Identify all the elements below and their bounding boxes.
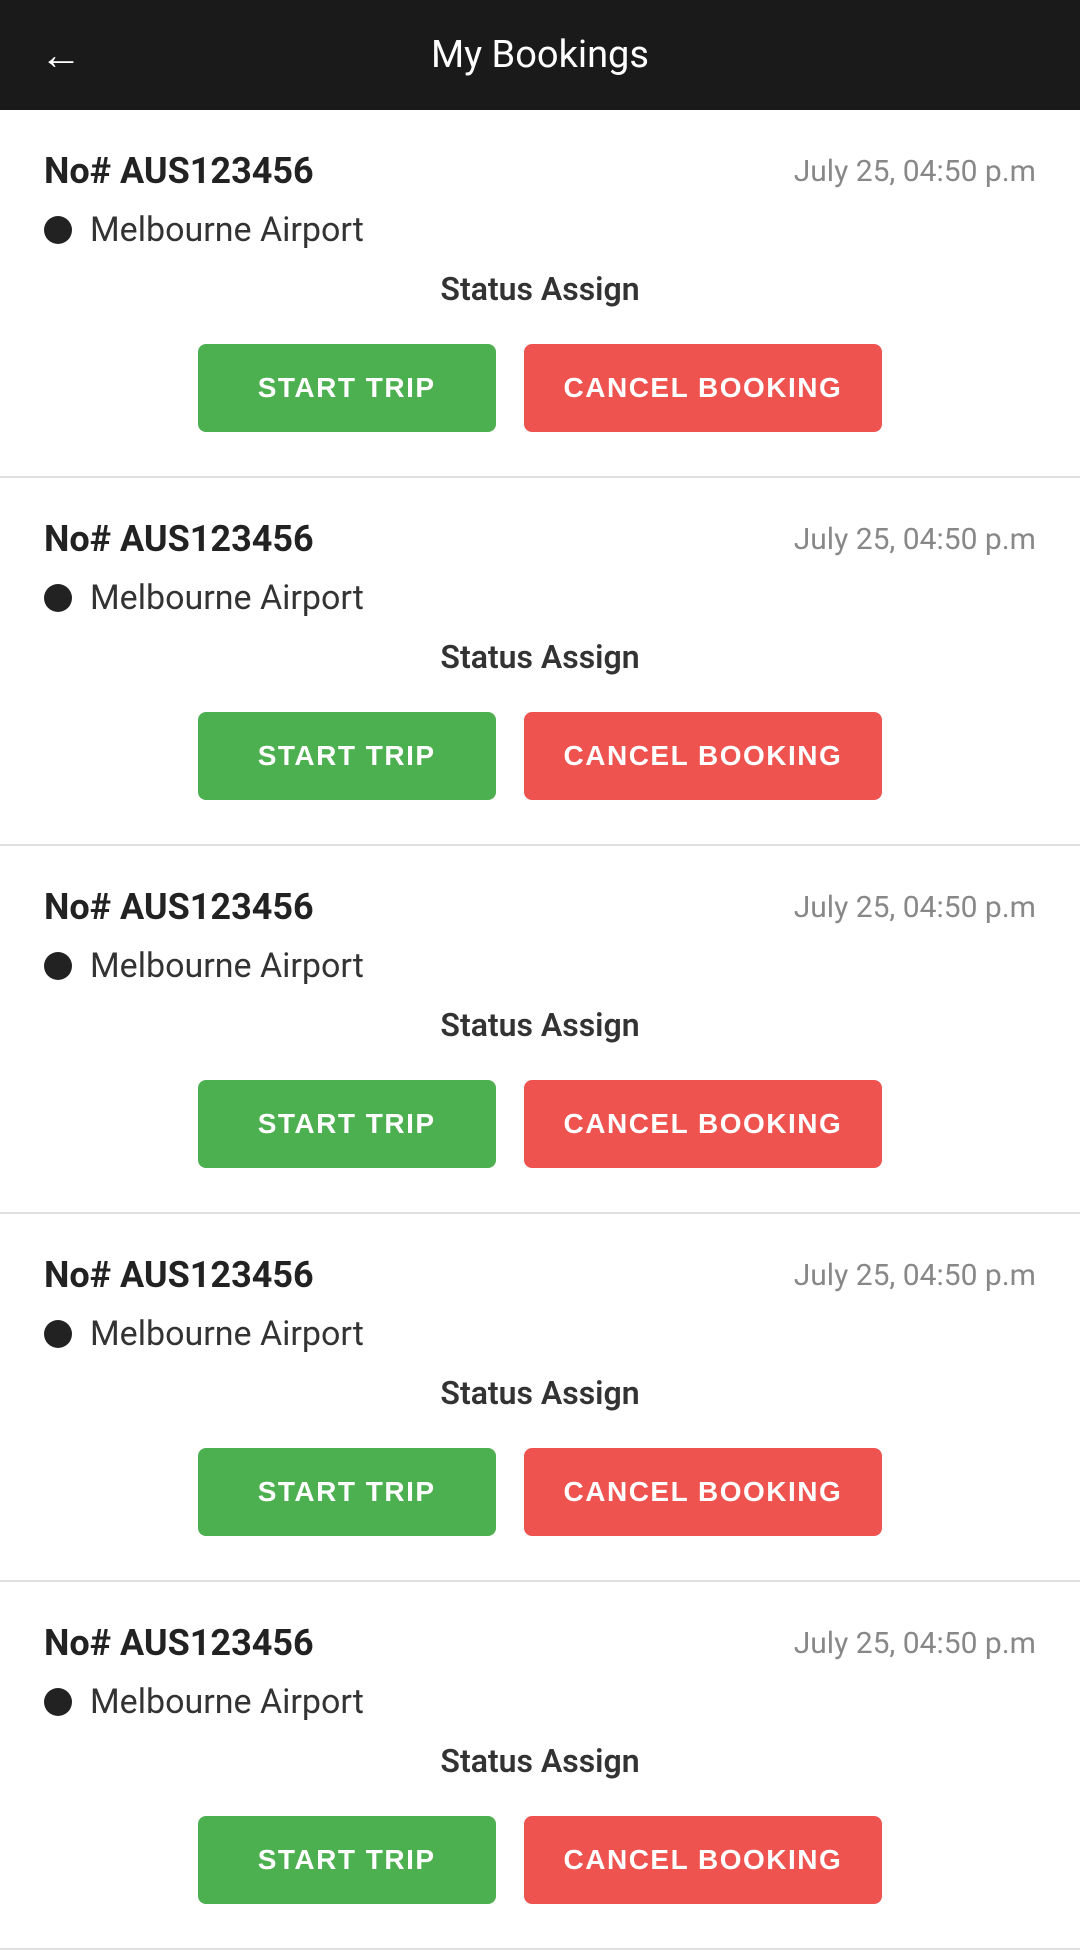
status-label-1: Status Assign	[44, 270, 1036, 308]
booking-actions-3: START TRIP CANCEL BOOKING	[44, 1080, 1036, 1168]
start-trip-button-3[interactable]: START TRIP	[198, 1080, 496, 1168]
cancel-booking-button-2[interactable]: CANCEL BOOKING	[524, 712, 883, 800]
bookings-list: No# AUS123456 July 25, 04:50 p.m Melbour…	[0, 110, 1080, 1950]
booking-location-2: Melbourne Airport	[44, 578, 1036, 618]
location-dot-icon-3	[44, 952, 72, 980]
status-label-5: Status Assign	[44, 1742, 1036, 1780]
booking-card-5: No# AUS123456 July 25, 04:50 p.m Melbour…	[0, 1582, 1080, 1950]
booking-card-1: No# AUS123456 July 25, 04:50 p.m Melbour…	[0, 110, 1080, 478]
location-dot-icon-1	[44, 216, 72, 244]
booking-actions-4: START TRIP CANCEL BOOKING	[44, 1448, 1036, 1536]
booking-card-2: No# AUS123456 July 25, 04:50 p.m Melbour…	[0, 478, 1080, 846]
booking-number-5: No# AUS123456	[44, 1622, 314, 1664]
cancel-booking-button-5[interactable]: CANCEL BOOKING	[524, 1816, 883, 1904]
cancel-booking-button-3[interactable]: CANCEL BOOKING	[524, 1080, 883, 1168]
booking-location-1: Melbourne Airport	[44, 210, 1036, 250]
back-button[interactable]: ←	[40, 31, 82, 80]
booking-actions-1: START TRIP CANCEL BOOKING	[44, 344, 1036, 432]
booking-date-1: July 25, 04:50 p.m	[794, 154, 1036, 189]
booking-actions-2: START TRIP CANCEL BOOKING	[44, 712, 1036, 800]
location-name-3: Melbourne Airport	[90, 946, 364, 986]
booking-location-3: Melbourne Airport	[44, 946, 1036, 986]
booking-location-5: Melbourne Airport	[44, 1682, 1036, 1722]
status-label-2: Status Assign	[44, 638, 1036, 676]
start-trip-button-1[interactable]: START TRIP	[198, 344, 496, 432]
booking-date-3: July 25, 04:50 p.m	[794, 890, 1036, 925]
booking-card-4: No# AUS123456 July 25, 04:50 p.m Melbour…	[0, 1214, 1080, 1582]
booking-header-1: No# AUS123456 July 25, 04:50 p.m	[44, 150, 1036, 192]
status-label-3: Status Assign	[44, 1006, 1036, 1044]
start-trip-button-2[interactable]: START TRIP	[198, 712, 496, 800]
booking-header-5: No# AUS123456 July 25, 04:50 p.m	[44, 1622, 1036, 1664]
app-header: ← My Bookings	[0, 0, 1080, 110]
start-trip-button-5[interactable]: START TRIP	[198, 1816, 496, 1904]
booking-header-4: No# AUS123456 July 25, 04:50 p.m	[44, 1254, 1036, 1296]
booking-card-3: No# AUS123456 July 25, 04:50 p.m Melbour…	[0, 846, 1080, 1214]
booking-date-5: July 25, 04:50 p.m	[794, 1626, 1036, 1661]
location-dot-icon-2	[44, 584, 72, 612]
cancel-booking-button-1[interactable]: CANCEL BOOKING	[524, 344, 883, 432]
booking-location-4: Melbourne Airport	[44, 1314, 1036, 1354]
booking-header-2: No# AUS123456 July 25, 04:50 p.m	[44, 518, 1036, 560]
booking-header-3: No# AUS123456 July 25, 04:50 p.m	[44, 886, 1036, 928]
location-name-2: Melbourne Airport	[90, 578, 364, 618]
booking-date-4: July 25, 04:50 p.m	[794, 1258, 1036, 1293]
booking-number-3: No# AUS123456	[44, 886, 314, 928]
booking-actions-5: START TRIP CANCEL BOOKING	[44, 1816, 1036, 1904]
location-dot-icon-5	[44, 1688, 72, 1716]
booking-number-2: No# AUS123456	[44, 518, 314, 560]
location-dot-icon-4	[44, 1320, 72, 1348]
location-name-4: Melbourne Airport	[90, 1314, 364, 1354]
booking-number-4: No# AUS123456	[44, 1254, 314, 1296]
status-label-4: Status Assign	[44, 1374, 1036, 1412]
location-name-1: Melbourne Airport	[90, 210, 364, 250]
cancel-booking-button-4[interactable]: CANCEL BOOKING	[524, 1448, 883, 1536]
start-trip-button-4[interactable]: START TRIP	[198, 1448, 496, 1536]
booking-number-1: No# AUS123456	[44, 150, 314, 192]
booking-date-2: July 25, 04:50 p.m	[794, 522, 1036, 557]
location-name-5: Melbourne Airport	[90, 1682, 364, 1722]
page-title: My Bookings	[431, 33, 649, 77]
